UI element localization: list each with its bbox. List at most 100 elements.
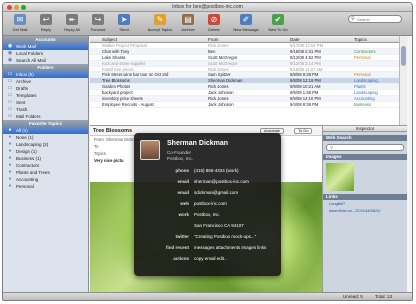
sidebar-item-all[interactable]: ● All (1) (3, 127, 88, 134)
toolbar-button-label: Get Mail (12, 27, 28, 32)
sidebar-item-personal[interactable]: ● Personal (3, 183, 88, 190)
contact-role: Co-Founder (167, 150, 192, 155)
to-label: To (94, 144, 99, 149)
contact-field-value[interactable]: copy email edit... (194, 255, 228, 263)
contact-company: Postbox, Inc. (167, 155, 194, 161)
topic-icon: ● (8, 155, 12, 161)
toolbar-new-to-do-button[interactable]: ✔ New To Do (265, 14, 291, 32)
sidebar-item-sent[interactable]: ▭ Sent (3, 99, 88, 106)
contact-field-value[interactable]: sherman@postbox-inc.com (194, 178, 249, 186)
sidebar-item-work-mail[interactable]: ◉ Work Mail (3, 43, 88, 50)
contact-field-row: actions copy email edit... (134, 255, 281, 263)
toolbar-accept-topics-button[interactable]: ✎ Accept Topics (147, 14, 173, 32)
contact-field-value[interactable]: San Francisco CA 94107 (194, 222, 244, 230)
message-subject: Employee Recruits - August (102, 101, 154, 107)
toolbar-archive-button[interactable]: ▤ Archive (175, 14, 201, 32)
contact-field-label: email (177, 190, 189, 195)
contact-field-value[interactable]: postbox-inc.com (194, 200, 227, 208)
contact-field-row: phone (415) 865-4334 (work) (134, 167, 281, 175)
topic-icon: ● (8, 127, 12, 133)
contact-field-label: web (180, 201, 189, 206)
topic-icon: ● (8, 176, 12, 182)
contact-field-value[interactable]: (415) 865-4334 (work) (194, 167, 239, 175)
from-label: From (94, 137, 104, 142)
sidebar-item-label: Drafts (16, 86, 29, 91)
title-bar: Inbox for ben@postbox-inc.com (3, 3, 412, 12)
images-label: Images (323, 154, 407, 160)
column-topics[interactable]: Topics (354, 36, 367, 43)
preview-subject: Tree Blossoms (93, 128, 133, 134)
sidebar-item-contractors[interactable]: ● Contractors (3, 162, 88, 169)
accounts-header: Accounts (3, 36, 88, 43)
sidebar-item-search-all-mail[interactable]: ◉ Search All Mail (3, 57, 88, 64)
contact-field-label: twitter (175, 234, 190, 239)
inspector-search-input[interactable]: ⚲ (326, 144, 404, 151)
sidebar-item-plants-and-trees[interactable]: ● Plants and Trees (3, 169, 88, 176)
sidebar-item-archive[interactable]: ▭ Archive (3, 78, 88, 85)
compose-icon: ✐ (240, 14, 252, 25)
todo-button[interactable]: To Do (294, 128, 313, 134)
topics-label[interactable]: Topics (94, 151, 106, 156)
sidebar-item-label: Trash (16, 107, 28, 112)
message-row[interactable]: Employee Recruits - August Jack Johnson 9/… (90, 102, 399, 108)
topic-icon: ● (8, 183, 12, 189)
toolbar-get-mail-button[interactable]: ✉ Get Mail (7, 14, 33, 32)
contact-field-label: actions (173, 256, 189, 261)
toolbar-forward-button[interactable]: ↪ Forward (85, 14, 111, 32)
contact-field-row: find recent messages attachments images l… (134, 244, 281, 252)
folder-icon: ▭ (7, 99, 13, 105)
column-subject[interactable]: Subject (102, 36, 117, 43)
sidebar-item-business[interactable]: ● Business (1) (3, 155, 88, 162)
toolbar-reply-button[interactable]: ↩ Reply (33, 14, 59, 32)
sidebar-item-label: None (1) (16, 135, 34, 140)
topics-header: Favorite Topics (3, 120, 88, 127)
contact-field-row: work Postbox, Inc. (134, 211, 281, 219)
sidebar-item-label: Mail Folders (16, 114, 41, 119)
message-list-scrollbar[interactable] (399, 36, 407, 125)
contact-field-value[interactable]: sdickman@gmail.com (194, 189, 238, 197)
sidebar-item-trash[interactable]: ▭ Trash (3, 106, 88, 113)
sidebar-item-none[interactable]: ● None (1) (3, 134, 88, 141)
toolbar-send-button[interactable]: ➤ Send (111, 14, 137, 32)
image-thumbnail[interactable] (326, 163, 354, 191)
column-from[interactable]: From (208, 36, 219, 43)
search-input[interactable]: ⚲ Search (348, 15, 402, 23)
scroll-thumb[interactable] (401, 46, 406, 66)
contact-field-label: work (178, 212, 189, 217)
sidebar-item-local-folders[interactable]: ◉ Local Folders (3, 50, 88, 57)
contact-field-row: email sherman@postbox-inc.com (134, 178, 281, 186)
zoom-window-icon[interactable] (21, 5, 26, 10)
contact-field-row: email sdickman@gmail.com (134, 189, 281, 197)
unread-count: Unread: 5 (343, 294, 363, 299)
inspector-link[interactable]: www.flickr.co...37/1144/5621/ (323, 207, 407, 214)
message-list-header: Subject From Date Topics (90, 36, 399, 43)
toolbar-button-label: Delete (208, 27, 220, 32)
contact-field-value[interactable]: messages attachments images links (194, 244, 266, 252)
sidebar-item-accounting[interactable]: ● Accounting (3, 176, 88, 183)
sidebar-item-templates[interactable]: ▭ Templates (3, 92, 88, 99)
minimize-window-icon[interactable] (14, 5, 19, 10)
window-controls (7, 5, 26, 10)
sidebar-item-label: All (1) (16, 128, 28, 133)
toolbar-button-label: New Message (233, 27, 259, 32)
contact-field-value[interactable]: Postbox, Inc. (194, 211, 220, 219)
message-date: 9/4/08 9:38 PM (290, 101, 319, 107)
close-window-icon[interactable] (7, 5, 12, 10)
message-from: Jack Johnson (208, 101, 234, 107)
toolbar-new-message-button[interactable]: ✐ New Message (233, 14, 259, 32)
sidebar-item-mail-folders[interactable]: ▭ Mail Folders (3, 113, 88, 120)
contact-field-value[interactable]: "Creating Postbox mock-ups..." (194, 233, 256, 241)
inspector-link[interactable]: Longfell? (323, 200, 407, 207)
toolbar-reply-all-button[interactable]: ↞ Reply All (59, 14, 85, 32)
folders-header: Folders (3, 64, 88, 71)
contact-field-label: find recent (165, 245, 189, 250)
sidebar-item-label: Local Folders (16, 51, 44, 56)
sidebar-item-label: Design (1) (16, 149, 37, 154)
get-mail-icon: ✉ (14, 14, 26, 25)
sidebar-item-design[interactable]: ● Design (1) (3, 148, 88, 155)
sidebar-item-drafts[interactable]: ▭ Drafts (3, 85, 88, 92)
sidebar-item-landscaping[interactable]: ● Landscaping (2) (3, 141, 88, 148)
column-date[interactable]: Date (290, 36, 300, 43)
toolbar-delete-button[interactable]: ⊘ Delete (201, 14, 227, 32)
sidebar-item-inbox[interactable]: ▭ Inbox (5) (3, 71, 88, 78)
